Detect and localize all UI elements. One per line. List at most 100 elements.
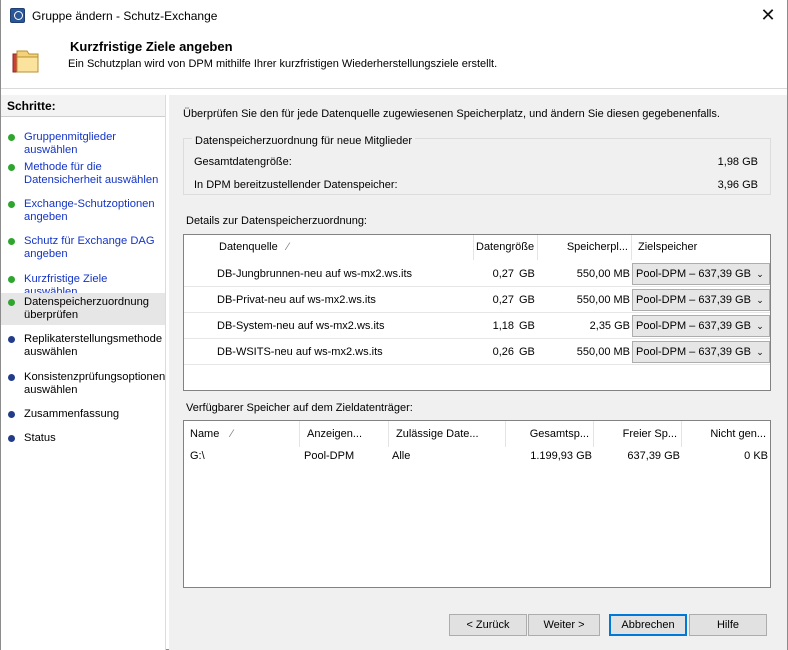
cell-unit: GB: [519, 268, 535, 280]
available-storage-table: Name ⁄ Anzeigen... Zulässige Date... Ges…: [183, 420, 771, 588]
page-title: Kurzfristige Ziele angeben: [70, 39, 233, 54]
help-button[interactable]: Hilfe: [689, 614, 767, 636]
folder-icon: [12, 50, 39, 73]
cell-datengroesse: 0,27: [492, 268, 514, 280]
column-header-label: Name: [190, 428, 220, 440]
chevron-down-icon: ⌄: [751, 264, 769, 284]
cell-gesamtspeicher: 1.199,93 GB: [530, 450, 592, 462]
cell-unit: GB: [519, 320, 535, 332]
step-datenspeicherzuordnung: Datenspeicherzuordnung überprüfen: [1, 293, 165, 325]
step-pending-icon: [8, 435, 15, 442]
cell-datengroesse: 0,27: [492, 294, 514, 306]
cell-anzeigename: Pool-DPM: [304, 450, 355, 462]
step-methode[interactable]: Methode für die Datensicherheit auswähle…: [1, 161, 165, 187]
table-row[interactable]: DB-Privat-neu auf ws-mx2.ws.its 0,27 GB 550…: [184, 287, 770, 313]
column-header-speicherplatz[interactable]: Speicherpl...: [538, 235, 632, 260]
dropdown-value: Pool-DPM – 637,39 GB: [636, 294, 751, 306]
next-button[interactable]: Weiter >: [528, 614, 600, 636]
table-row[interactable]: DB-System-neu auf ws-mx2.ws.its 1,18 GB 2,3…: [184, 313, 770, 339]
wizard-header: Kurzfristige Ziele angeben Ein Schutzpla…: [1, 31, 787, 89]
dropdown-value: Pool-DPM – 637,39 GB: [636, 268, 751, 280]
table-row[interactable]: DB-Jungbrunnen-neu auf ws-mx2.ws.its 0,27…: [184, 261, 770, 287]
cell-datenquelle: DB-System-neu auf ws-mx2.ws.its: [217, 320, 385, 332]
sort-indicator-icon: ⁄: [287, 241, 289, 253]
close-button[interactable]: ✕: [753, 2, 783, 28]
step-current-icon: [8, 299, 15, 306]
step-exchange-schutzoptionen[interactable]: Exchange-Schutzoptionen angeben: [1, 198, 165, 224]
back-button[interactable]: < Zurück: [449, 614, 527, 636]
cell-nicht-genutzt: 0 KB: [744, 450, 768, 462]
title-bar: Gruppe ändern - Schutz-Exchange ✕: [1, 0, 787, 31]
allocation-group-title: Datenspeicherzuordnung für neue Mitglied…: [192, 135, 416, 147]
step-label: Status: [24, 432, 56, 444]
cell-zulaessige-daten: Alle: [392, 450, 411, 462]
column-header-datenquelle[interactable]: Datenquelle ⁄: [212, 235, 474, 260]
chevron-down-icon: ⌄: [751, 290, 769, 310]
target-storage-dropdown[interactable]: Pool-DPM – 637,39 GB ⌄: [632, 315, 770, 337]
cell-speicherplatz: 550,00 MB: [576, 268, 630, 280]
column-header-anzeigename[interactable]: Anzeigen...: [300, 421, 389, 447]
column-header-gesamtspeicher[interactable]: Gesamtsp...: [506, 421, 594, 447]
cancel-button[interactable]: Abbrechen: [609, 614, 687, 636]
step-label: Replikaterstellungsmethode auswählen: [24, 333, 163, 358]
cell-speicherplatz: 550,00 MB: [576, 346, 630, 358]
cell-datengroesse: 1,18: [492, 320, 514, 332]
column-header-datengroesse[interactable]: Datengröße: [474, 235, 538, 260]
cell-speicherplatz: 2,35 GB: [589, 320, 630, 332]
step-zusammenfassung: Zusammenfassung: [1, 408, 165, 421]
table-row[interactable]: DB-WSITS-neu auf ws-mx2.ws.its 0,26 GB 550,…: [184, 339, 770, 365]
step-gruppenmitglieder[interactable]: Gruppenmitglieder auswählen: [1, 131, 165, 157]
page-description: Ein Schutzplan wird von DPM mithilfe Ihr…: [68, 58, 498, 70]
step-label: Methode für die Datensicherheit auswähle…: [24, 161, 159, 186]
step-label: Schutz für Exchange DAG angeben: [24, 235, 155, 260]
target-storage-dropdown[interactable]: Pool-DPM – 637,39 GB ⌄: [632, 289, 770, 311]
step-pending-icon: [8, 336, 15, 343]
cell-datenquelle: DB-Jungbrunnen-neu auf ws-mx2.ws.its: [217, 268, 413, 280]
step-exchange-dag[interactable]: Schutz für Exchange DAG angeben: [1, 235, 165, 261]
cell-unit: GB: [519, 346, 535, 358]
wizard-footer: < Zurück Weiter > Abbrechen Hilfe: [169, 602, 787, 650]
dpm-app-icon: [10, 8, 25, 23]
column-header-label: Datenquelle: [219, 241, 278, 253]
target-storage-dropdown[interactable]: Pool-DPM – 637,39 GB ⌄: [632, 341, 770, 363]
dpm-storage-label: In DPM bereitzustellender Datenspeicher:: [194, 179, 398, 191]
target-storage-dropdown[interactable]: Pool-DPM – 637,39 GB ⌄: [632, 263, 770, 285]
step-done-icon: [8, 276, 15, 283]
cell-datenquelle: DB-Privat-neu auf ws-mx2.ws.its: [217, 294, 376, 306]
sort-indicator-icon: ⁄: [231, 428, 233, 440]
cell-speicherplatz: 550,00 MB: [576, 294, 630, 306]
allocation-group: Datenspeicherzuordnung für neue Mitglied…: [183, 135, 771, 195]
column-header-zulaessige-daten[interactable]: Zulässige Date...: [389, 421, 506, 447]
step-done-icon: [8, 238, 15, 245]
intro-text: Überprüfen Sie den für jede Datenquelle …: [183, 108, 720, 120]
chevron-down-icon: ⌄: [751, 316, 769, 336]
step-label: Zusammenfassung: [24, 408, 120, 420]
step-label: Konsistenzprüfungsoptionen auswählen: [24, 371, 166, 396]
details-label: Details zur Datenspeicherzuordnung:: [186, 215, 367, 227]
column-header-freier-speicher[interactable]: Freier Sp...: [594, 421, 682, 447]
chevron-down-icon: ⌄: [751, 342, 769, 362]
cell-freier-speicher: 637,39 GB: [627, 450, 680, 462]
column-header-name[interactable]: Name ⁄: [184, 421, 300, 447]
cell-unit: GB: [519, 294, 535, 306]
allocation-details-table: Datenquelle ⁄ Datengröße Speicherpl... Z…: [183, 234, 771, 391]
steps-panel: Schritte: Gruppenmitglieder auswählen Me…: [1, 95, 166, 650]
storage-label: Verfügbarer Speicher auf dem Zieldatentr…: [186, 402, 413, 414]
step-konsistenzpruefung: Konsistenzprüfungsoptionen auswählen: [1, 371, 165, 397]
step-done-icon: [8, 201, 15, 208]
step-label: Gruppenmitglieder auswählen: [24, 131, 117, 156]
dpm-storage-value: 3,96 GB: [717, 179, 758, 191]
step-pending-icon: [8, 411, 15, 418]
cell-datengroesse: 0,26: [492, 346, 514, 358]
step-done-icon: [8, 134, 15, 141]
step-replikaterstellung: Replikaterstellungsmethode auswählen: [1, 333, 165, 359]
column-header-zielspeicher[interactable]: Zielspeicher: [632, 235, 770, 260]
dialog-window: Gruppe ändern - Schutz-Exchange ✕ Kurzfr…: [0, 0, 788, 650]
steps-title: Schritte:: [1, 95, 165, 117]
step-label: Exchange-Schutzoptionen angeben: [24, 198, 155, 223]
column-header-nicht-genutzt[interactable]: Nicht gen...: [682, 421, 770, 447]
window-title: Gruppe ändern - Schutz-Exchange: [32, 9, 218, 23]
step-label: Datenspeicherzuordnung überprüfen: [24, 296, 150, 321]
step-status: Status: [1, 432, 165, 445]
total-size-label: Gesamtdatengröße:: [194, 156, 292, 168]
